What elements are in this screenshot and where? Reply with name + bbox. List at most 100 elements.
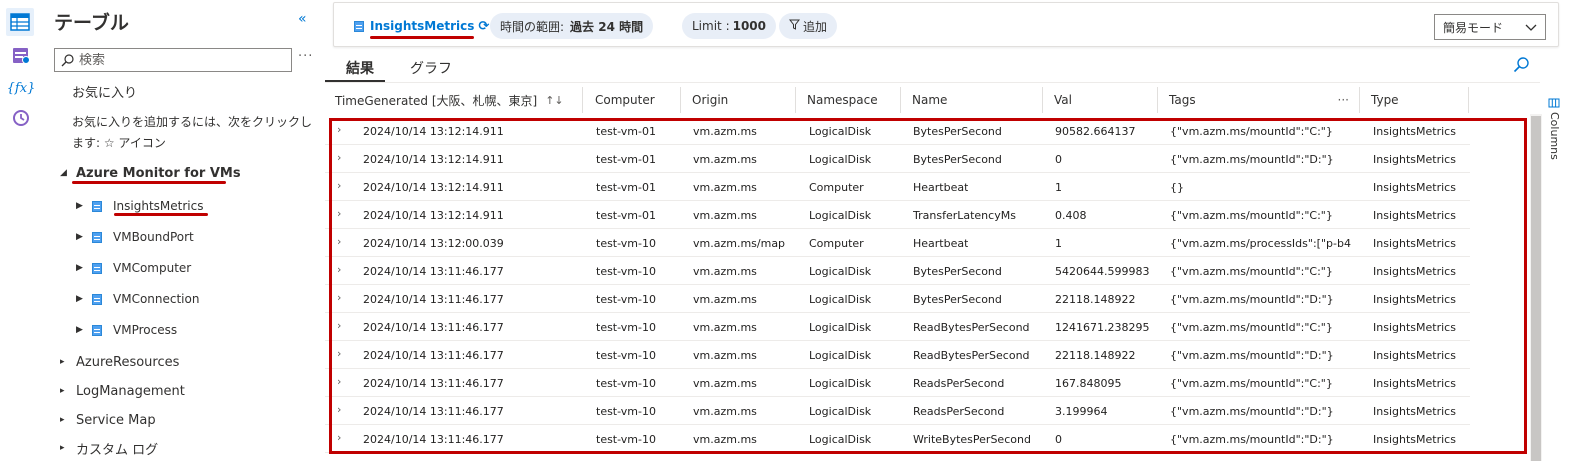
tree-table-vmconnection[interactable]: ▶ VMConnection [76,288,199,310]
expand-row-chevron-icon[interactable]: › [337,319,341,332]
cell-tags: {"vm.azm.ms/mountId":"C:"} [1170,320,1333,334]
cell-tags: {"vm.azm.ms/mountId":"D:"} [1170,404,1334,418]
table-row[interactable]: › 2024/10/14 13:11:46.177 test-vm-10 vm.azm… [325,313,1470,341]
tables-icon[interactable] [6,8,34,36]
cell-origin: vm.azm.ms [693,180,757,194]
tree-group-logmanagement[interactable]: ▸ LogManagement [60,380,185,402]
cell-name: WriteBytesPerSecond [913,432,1031,446]
tree-table-vmprocess[interactable]: ▶ VMProcess [76,319,177,341]
cell-val: 0 [1055,432,1062,446]
expand-row-chevron-icon[interactable]: › [337,151,341,164]
table-icon [92,262,102,274]
cell-tags: {"vm.azm.ms/mountId":"C:"} [1170,376,1333,390]
column-header-origin[interactable]: Origin [682,87,796,113]
limit-label: Limit : [692,19,730,33]
mode-value: 簡易モード [1443,20,1504,35]
tree-group-label: AzureResources [76,354,180,370]
cell-namespace: LogicalDisk [809,124,872,138]
table-icon [354,20,364,32]
table-row[interactable]: › 2024/10/14 13:11:46.177 test-vm-10 vm.azm… [325,425,1470,453]
table-row[interactable]: › 2024/10/14 13:12:14.911 test-vm-01 vm.azm… [325,117,1470,145]
cell-computer: test-vm-01 [596,208,656,222]
sort-icon[interactable]: ↑↓ [545,94,563,107]
expand-row-chevron-icon[interactable]: › [337,263,341,276]
add-filter-chip[interactable]: 追加 [779,13,838,39]
table-row[interactable]: › 2024/10/14 13:11:46.177 test-vm-10 vm.azm… [325,369,1470,397]
refresh-icon[interactable]: ⟳ [478,19,489,34]
expand-row-chevron-icon[interactable]: › [337,375,341,388]
cell-name: Heartbeat [913,236,969,250]
collapse-panel-icon[interactable]: « [298,11,307,27]
tab-chart[interactable]: グラフ [410,58,452,78]
table-row[interactable]: › 2024/10/14 13:11:46.177 test-vm-10 vm.azm… [325,397,1470,425]
table-icon [92,200,102,212]
cell-val: 0.408 [1055,208,1087,222]
cell-val: 90582.664137 [1055,124,1136,138]
tab-results[interactable]: 結果 [346,58,374,78]
tree-table-vmboundport[interactable]: ▶ VMBoundPort [76,226,194,248]
tree-group-custom-logs[interactable]: ▸ カスタム ログ [60,437,158,459]
cell-tags: {"vm.azm.ms/mountId":"D:"} [1170,432,1334,446]
cell-timegenerated: 2024/10/14 13:11:46.177 [363,432,504,446]
column-header-name[interactable]: Name [902,87,1043,113]
cell-namespace: LogicalDisk [809,152,872,166]
column-header-label: Type [1371,93,1399,107]
cell-origin: vm.azm.ms [693,348,757,362]
expand-row-chevron-icon[interactable]: › [337,291,341,304]
tree-table-vmcomputer[interactable]: ▶ VMComputer [76,257,191,279]
columns-panel-label[interactable]: Columns [1548,112,1561,160]
collapsed-triangle-icon: ▶ [76,263,83,273]
table-row[interactable]: › 2024/10/14 13:11:46.177 test-vm-10 vm.azm… [325,341,1470,369]
cell-val: 1 [1055,180,1062,194]
queries-icon[interactable] [9,44,33,68]
cell-namespace: LogicalDisk [809,208,872,222]
expand-row-chevron-icon[interactable]: › [337,179,341,192]
search-results-icon[interactable] [1513,56,1530,77]
history-icon[interactable] [9,106,33,130]
query-toolbar: InsightsMetrics ⟳ 時間の範囲: 過去 24 時間 Limit … [333,2,1559,47]
table-icon [92,324,102,336]
expand-row-chevron-icon[interactable]: › [337,207,341,220]
table-row[interactable]: › 2024/10/14 13:12:14.911 test-vm-01 vm.azm… [325,145,1470,173]
table-search-box[interactable] [54,48,292,72]
cell-tags: {"vm.azm.ms/mountId":"C:"} [1170,124,1333,138]
tree-group-service-map[interactable]: ▸ Service Map [60,409,156,431]
expand-row-chevron-icon[interactable]: › [337,347,341,360]
expand-row-chevron-icon[interactable]: › [337,431,341,444]
cell-timegenerated: 2024/10/14 13:11:46.177 [363,376,504,390]
column-header-type[interactable]: Type [1361,87,1469,113]
more-options-icon[interactable]: ··· [298,49,313,64]
expanded-triangle-icon: ◢ [60,168,67,178]
column-header-tags[interactable]: Tags ··· [1159,87,1360,113]
cell-computer: test-vm-10 [596,404,656,418]
scrollbar-thumb[interactable] [1531,116,1541,461]
functions-icon[interactable]: {fx} [7,76,36,100]
expand-row-chevron-icon[interactable]: › [337,123,341,136]
cell-timegenerated: 2024/10/14 13:11:46.177 [363,320,504,334]
limit-chip[interactable]: Limit : 1000 [682,13,777,39]
cell-computer: test-vm-01 [596,152,656,166]
annotation-underline [72,181,226,184]
column-header-timegenerated[interactable]: TimeGenerated [大阪、札幌、東京] ↑↓ [325,87,583,113]
collapsed-triangle-icon: ▶ [76,201,83,211]
table-row[interactable]: › 2024/10/14 13:12:00.039 test-vm-10 vm.azm… [325,229,1470,257]
mode-select[interactable]: 簡易モード [1434,14,1546,40]
table-row[interactable]: › 2024/10/14 13:11:46.177 test-vm-10 vm.azm… [325,257,1470,285]
table-row[interactable]: › 2024/10/14 13:12:14.911 test-vm-01 vm.azm… [325,173,1470,201]
time-range-chip[interactable]: 時間の範囲: 過去 24 時間 [490,13,654,39]
column-header-val[interactable]: Val [1044,87,1158,113]
column-header-namespace[interactable]: Namespace [797,87,901,113]
table-row[interactable]: › 2024/10/14 13:12:14.911 test-vm-01 vm.azm… [325,201,1470,229]
collapsed-triangle-icon: ▸ [60,357,65,367]
tree-group-azureresources[interactable]: ▸ AzureResources [60,351,179,373]
table-icon [92,293,102,305]
column-header-computer[interactable]: Computer [585,87,681,113]
cell-namespace: LogicalDisk [809,264,872,278]
expand-row-chevron-icon[interactable]: › [337,403,341,416]
column-header-label: Computer [595,93,655,107]
column-menu-icon[interactable]: ··· [1338,93,1349,107]
expand-row-chevron-icon[interactable]: › [337,235,341,248]
table-row[interactable]: › 2024/10/14 13:11:46.177 test-vm-10 vm.azm… [325,285,1470,313]
table-search-input[interactable] [79,52,279,68]
cell-tags: {"vm.azm.ms/processIds":["p-b4... [1170,236,1352,250]
